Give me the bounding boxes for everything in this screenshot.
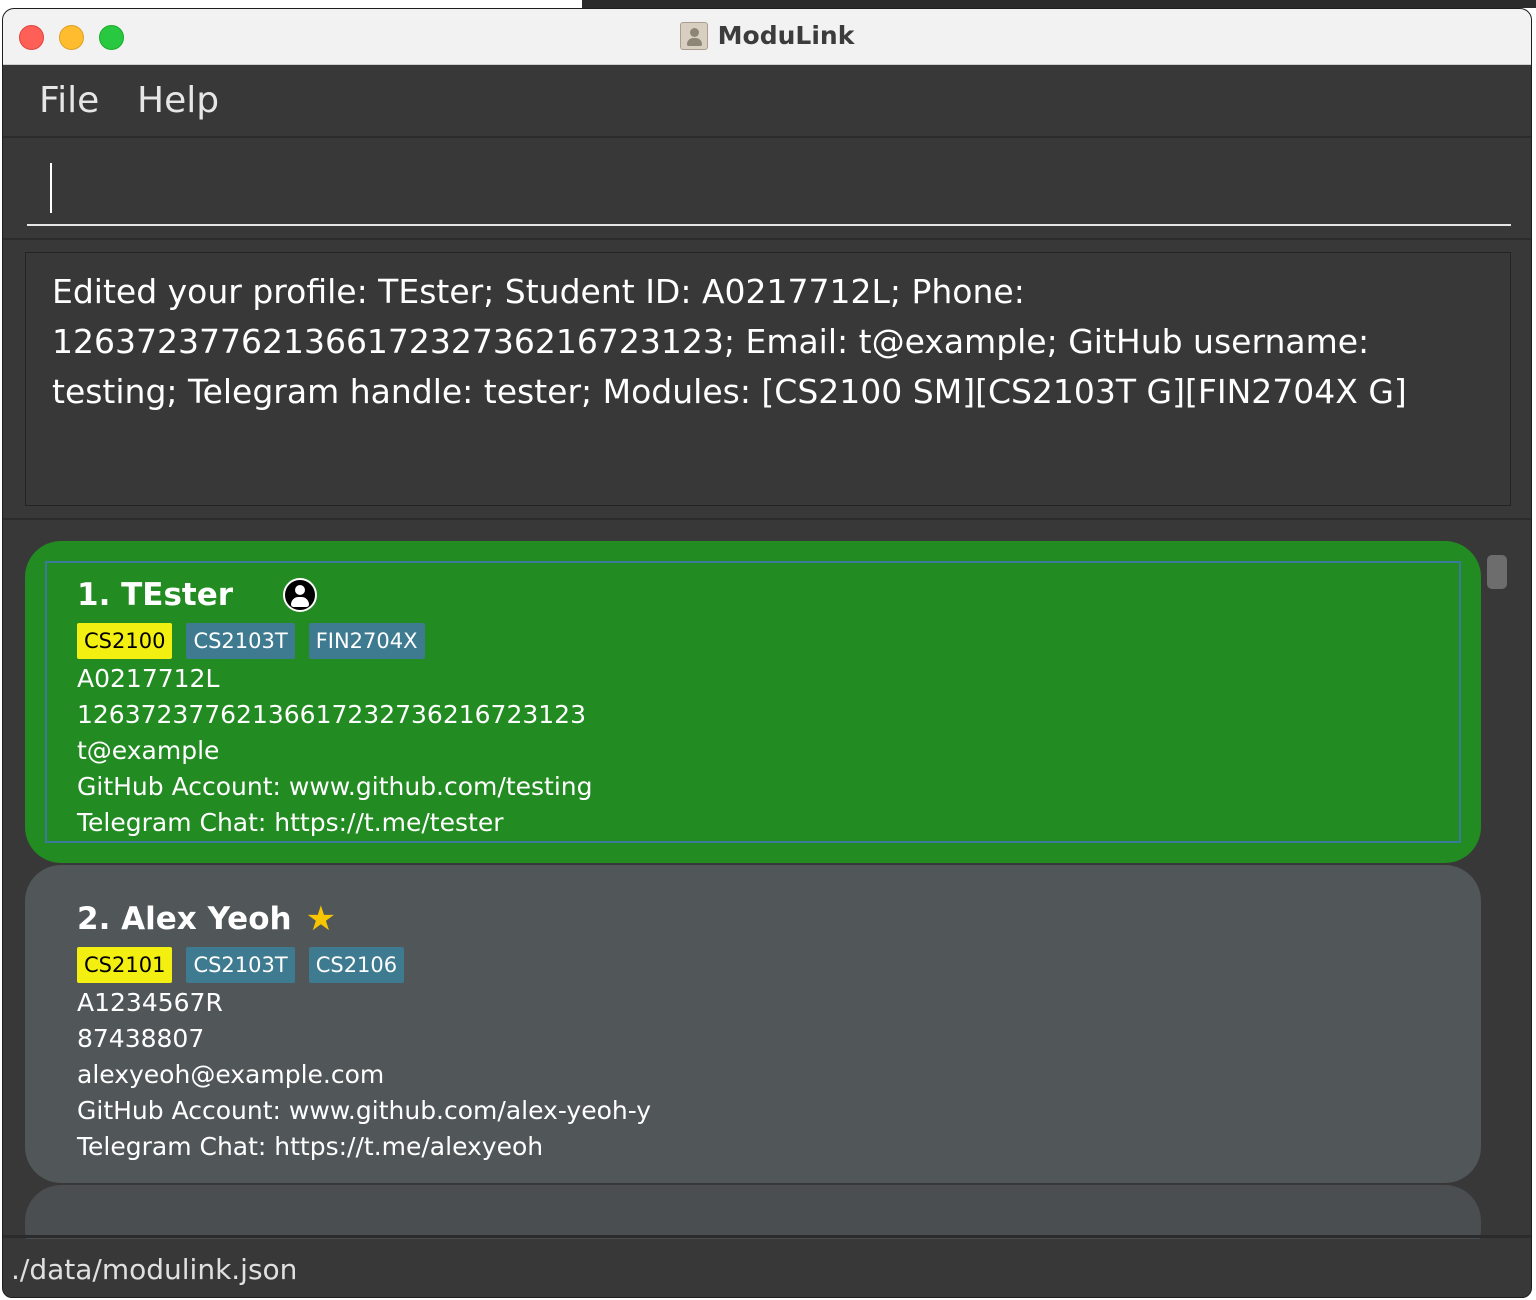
selection-outline xyxy=(45,561,1461,843)
result-display[interactable]: Edited your profile: TEster; Student ID:… xyxy=(25,252,1511,506)
phone: 87438807 xyxy=(77,1024,205,1053)
person-list[interactable]: 1. TEster CS2100 CS2103T FIN2704X A02177… xyxy=(3,521,1531,1239)
person-card[interactable]: 1. TEster CS2100 CS2103T FIN2704X A02177… xyxy=(25,541,1481,863)
menu-bar: File Help xyxy=(3,66,1531,138)
github-account: GitHub Account: www.github.com/alex-yeoh… xyxy=(77,1096,652,1125)
divider xyxy=(3,518,1531,520)
module-tag: CS2106 xyxy=(308,947,405,983)
star-icon: ★ xyxy=(305,899,337,939)
command-box xyxy=(3,140,1531,240)
profile-icon xyxy=(283,578,318,612)
divider xyxy=(3,1235,1531,1238)
module-tags: CS2101 CS2103T CS2106 xyxy=(77,947,1429,983)
menu-file[interactable]: File xyxy=(39,80,99,121)
student-id: A1234567R xyxy=(77,988,223,1017)
module-tag: CS2101 xyxy=(77,947,173,983)
scrollbar-thumb[interactable] xyxy=(1487,555,1507,589)
background-window xyxy=(582,0,1536,8)
module-tag: CS2103T xyxy=(186,947,295,983)
person-card[interactable] xyxy=(25,1185,1481,1239)
telegram-chat: Telegram Chat: https://t.me/alexyeoh xyxy=(77,1132,544,1161)
text-caret xyxy=(50,163,52,213)
result-text: Edited your profile: TEster; Student ID:… xyxy=(52,272,1407,411)
person-card[interactable]: 2. Alex Yeoh ★ CS2101 CS2103T CS2106 A12… xyxy=(25,865,1481,1183)
email: alexyeoh@example.com xyxy=(77,1060,385,1089)
menu-help[interactable]: Help xyxy=(137,80,219,121)
window-title: ModuLink xyxy=(717,21,855,50)
command-input[interactable] xyxy=(27,150,1511,226)
save-file-path: ./data/modulink.json xyxy=(11,1253,298,1286)
app-contact-icon xyxy=(679,21,708,50)
title-bar: ModuLink xyxy=(3,9,1531,65)
app-window: ModuLink File Help Edited your profile: … xyxy=(2,8,1532,1298)
status-bar: ./data/modulink.json xyxy=(3,1239,1531,1297)
person-name: 2. Alex Yeoh xyxy=(77,901,292,937)
